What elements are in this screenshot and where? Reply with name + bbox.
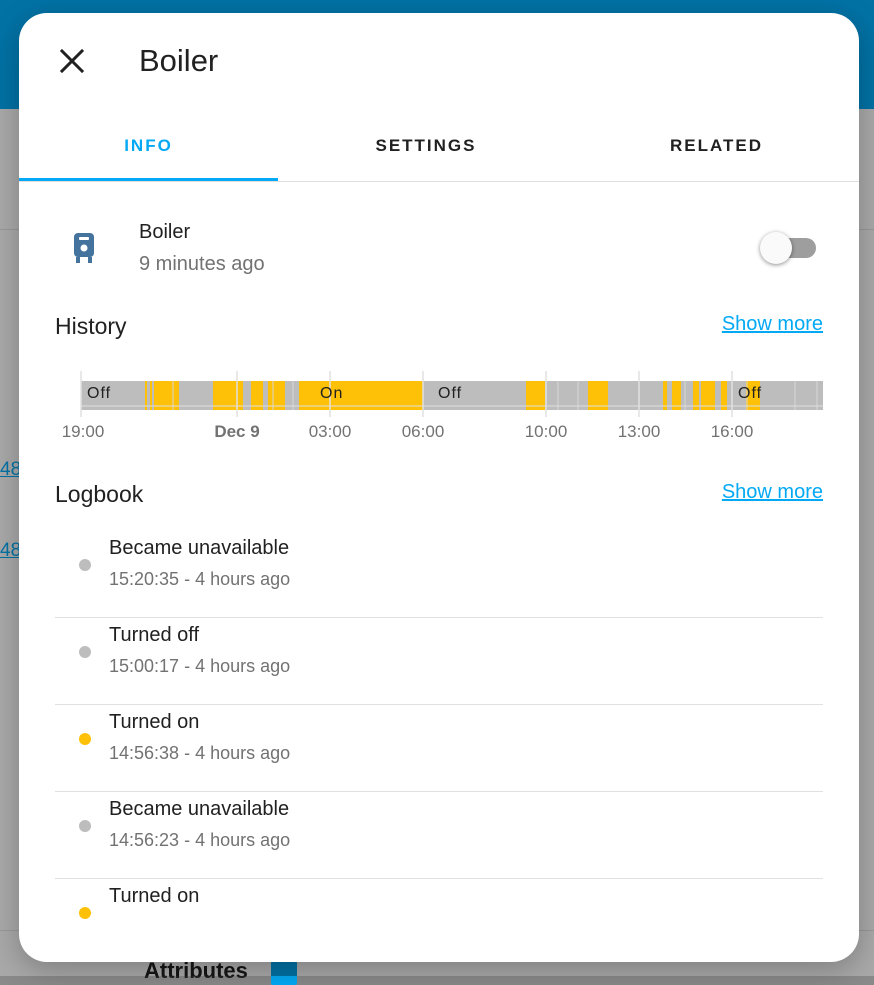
history-timeline[interactable]: Off On Off Off 19:00 Dec 9 03:00 06:00 1… bbox=[55, 353, 823, 453]
timeline-tick-label: 06:00 bbox=[401, 422, 445, 441]
tab-bar: INFO SETTINGS RELATED bbox=[19, 123, 859, 182]
close-button[interactable] bbox=[52, 41, 92, 81]
logbook-message: Turned on bbox=[109, 885, 200, 907]
timeline-state-label: Off bbox=[87, 385, 112, 402]
logbook-message: Became unavailable bbox=[109, 798, 290, 820]
timeline-tick-label: Dec 9 bbox=[214, 422, 260, 441]
active-tab-indicator bbox=[19, 178, 278, 181]
timeline-state-label: Off bbox=[738, 385, 763, 402]
entity-last-changed: 9 minutes ago bbox=[139, 253, 265, 275]
timeline-tick-label: 03:00 bbox=[308, 422, 352, 441]
dialog-title: Boiler bbox=[139, 43, 219, 78]
logbook-message: Turned off bbox=[109, 624, 200, 646]
timeline-tick-label: 13:00 bbox=[617, 422, 661, 441]
toggle-thumb bbox=[760, 232, 792, 264]
logbook-title: Logbook bbox=[55, 481, 144, 507]
timeline-tick-label: 19:00 bbox=[61, 422, 105, 441]
timeline-state-label: On bbox=[320, 385, 344, 402]
logbook-message: Became unavailable bbox=[109, 537, 290, 559]
status-dot bbox=[79, 820, 91, 832]
more-info-dialog: Boiler INFO SETTINGS RELATED Boiler 9 mi… bbox=[19, 13, 859, 962]
timeline-state-label: Off bbox=[438, 385, 463, 402]
status-dot bbox=[79, 907, 91, 919]
status-dot bbox=[79, 559, 91, 571]
tab-settings[interactable]: SETTINGS bbox=[278, 123, 574, 181]
logbook-entry[interactable]: Turned on 14:56:38 - 4 hours ago bbox=[55, 705, 823, 792]
status-dot bbox=[79, 646, 91, 658]
logbook-time: 15:00:17 - 4 hours ago bbox=[109, 656, 291, 676]
logbook-show-more-link[interactable]: Show more bbox=[722, 481, 823, 504]
logbook-time: 14:56:38 - 4 hours ago bbox=[109, 743, 291, 763]
logbook-entry[interactable]: Became unavailable 14:56:23 - 4 hours ag… bbox=[55, 792, 823, 879]
status-dot bbox=[79, 733, 91, 745]
tab-related[interactable]: RELATED bbox=[574, 123, 859, 181]
logbook-entry[interactable]: Turned on bbox=[55, 879, 823, 962]
timeline-tick-label: 16:00 bbox=[710, 422, 754, 441]
history-title: History bbox=[55, 313, 127, 339]
entity-name: Boiler bbox=[139, 221, 191, 243]
tab-info[interactable]: INFO bbox=[19, 123, 278, 181]
logbook-list: Became unavailable 15:20:35 - 4 hours ag… bbox=[55, 531, 823, 962]
logbook-time: 15:20:35 - 4 hours ago bbox=[109, 569, 291, 589]
water-boiler-icon bbox=[72, 233, 98, 265]
history-show-more-link[interactable]: Show more bbox=[722, 313, 823, 336]
logbook-entry[interactable]: Became unavailable 15:20:35 - 4 hours ag… bbox=[55, 531, 823, 618]
logbook-entry[interactable]: Turned off 15:00:17 - 4 hours ago bbox=[55, 618, 823, 705]
logbook-time: 14:56:23 - 4 hours ago bbox=[109, 830, 291, 850]
timeline-tick-label: 10:00 bbox=[524, 422, 568, 441]
logbook-message: Turned on bbox=[109, 711, 200, 733]
close-icon bbox=[59, 48, 85, 74]
entity-toggle[interactable] bbox=[760, 232, 818, 264]
